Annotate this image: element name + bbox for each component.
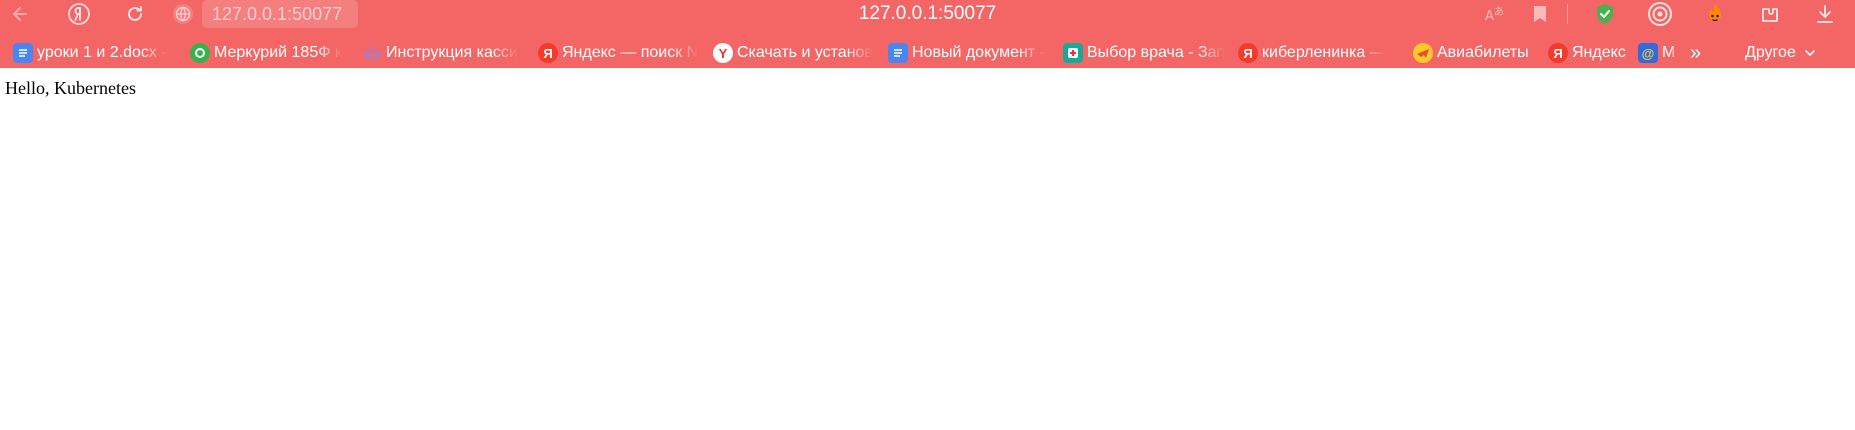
docs-icon <box>13 43 33 63</box>
bookmark-item[interactable]: Новый документ - <box>888 38 1050 68</box>
browser-toolbar: 127.0.0.1:50077 127.0.0.1:50077 Aあ <box>0 0 1855 28</box>
download-icon[interactable] <box>1810 0 1840 28</box>
plane-icon <box>1413 43 1433 63</box>
medical-icon <box>1063 43 1083 63</box>
yandex-icon: Я <box>1548 43 1568 63</box>
bookmark-item[interactable]: Y Скачать и установ <box>713 38 875 68</box>
bookmark-item[interactable]: Инструкция касси <box>362 38 524 68</box>
bookmark-item[interactable]: Я киберленинка — <box>1238 38 1398 68</box>
yandex-icon: Я <box>538 43 558 63</box>
bookmark-item[interactable]: Авиабилеты <box>1413 38 1538 68</box>
svg-text:あ: あ <box>1494 6 1504 18</box>
extensions-icon[interactable] <box>1755 0 1785 28</box>
browser-chrome: 127.0.0.1:50077 127.0.0.1:50077 Aあ уроки… <box>0 0 1855 68</box>
bookmarks-more-button[interactable]: » <box>1690 38 1710 68</box>
bookmark-item[interactable]: Я Яндекс — поиск N <box>538 38 700 68</box>
docs-icon <box>888 43 908 63</box>
bookmark-item[interactable]: @ M <box>1638 38 1676 68</box>
bookmark-item[interactable]: уроки 1 и 2.docx - <box>13 38 173 68</box>
green-circle-icon <box>190 43 210 63</box>
toolbar-divider <box>1567 4 1568 24</box>
bookmark-icon[interactable] <box>1525 0 1555 28</box>
bookmark-item[interactable]: Меркурий 185Ф к <box>190 38 350 68</box>
bookmarks-other-folder[interactable]: Другое <box>1745 38 1845 68</box>
bookmark-item[interactable]: Выбор врача - Зап <box>1063 38 1225 68</box>
protect-shield-icon[interactable] <box>1590 0 1620 28</box>
bookmark-item[interactable]: Я Яндекс <box>1548 38 1628 68</box>
alice-icon[interactable] <box>1645 0 1675 28</box>
yandex-icon: Я <box>1238 43 1258 63</box>
bookmarks-bar: уроки 1 и 2.docx - Меркурий 185Ф к Инстр… <box>0 38 1855 68</box>
stack-icon <box>362 43 382 63</box>
page-title: 127.0.0.1:50077 <box>858 3 997 24</box>
extension-fire-icon[interactable] <box>1700 0 1730 28</box>
svg-text:A: A <box>1485 9 1494 24</box>
page-body-text: Hello, Kubernetes <box>5 78 136 98</box>
y-browser-icon: Y <box>713 43 733 63</box>
translate-icon[interactable]: Aあ <box>1480 0 1510 28</box>
mail-at-icon: @ <box>1638 43 1658 63</box>
chevron-down-icon <box>1804 49 1816 57</box>
